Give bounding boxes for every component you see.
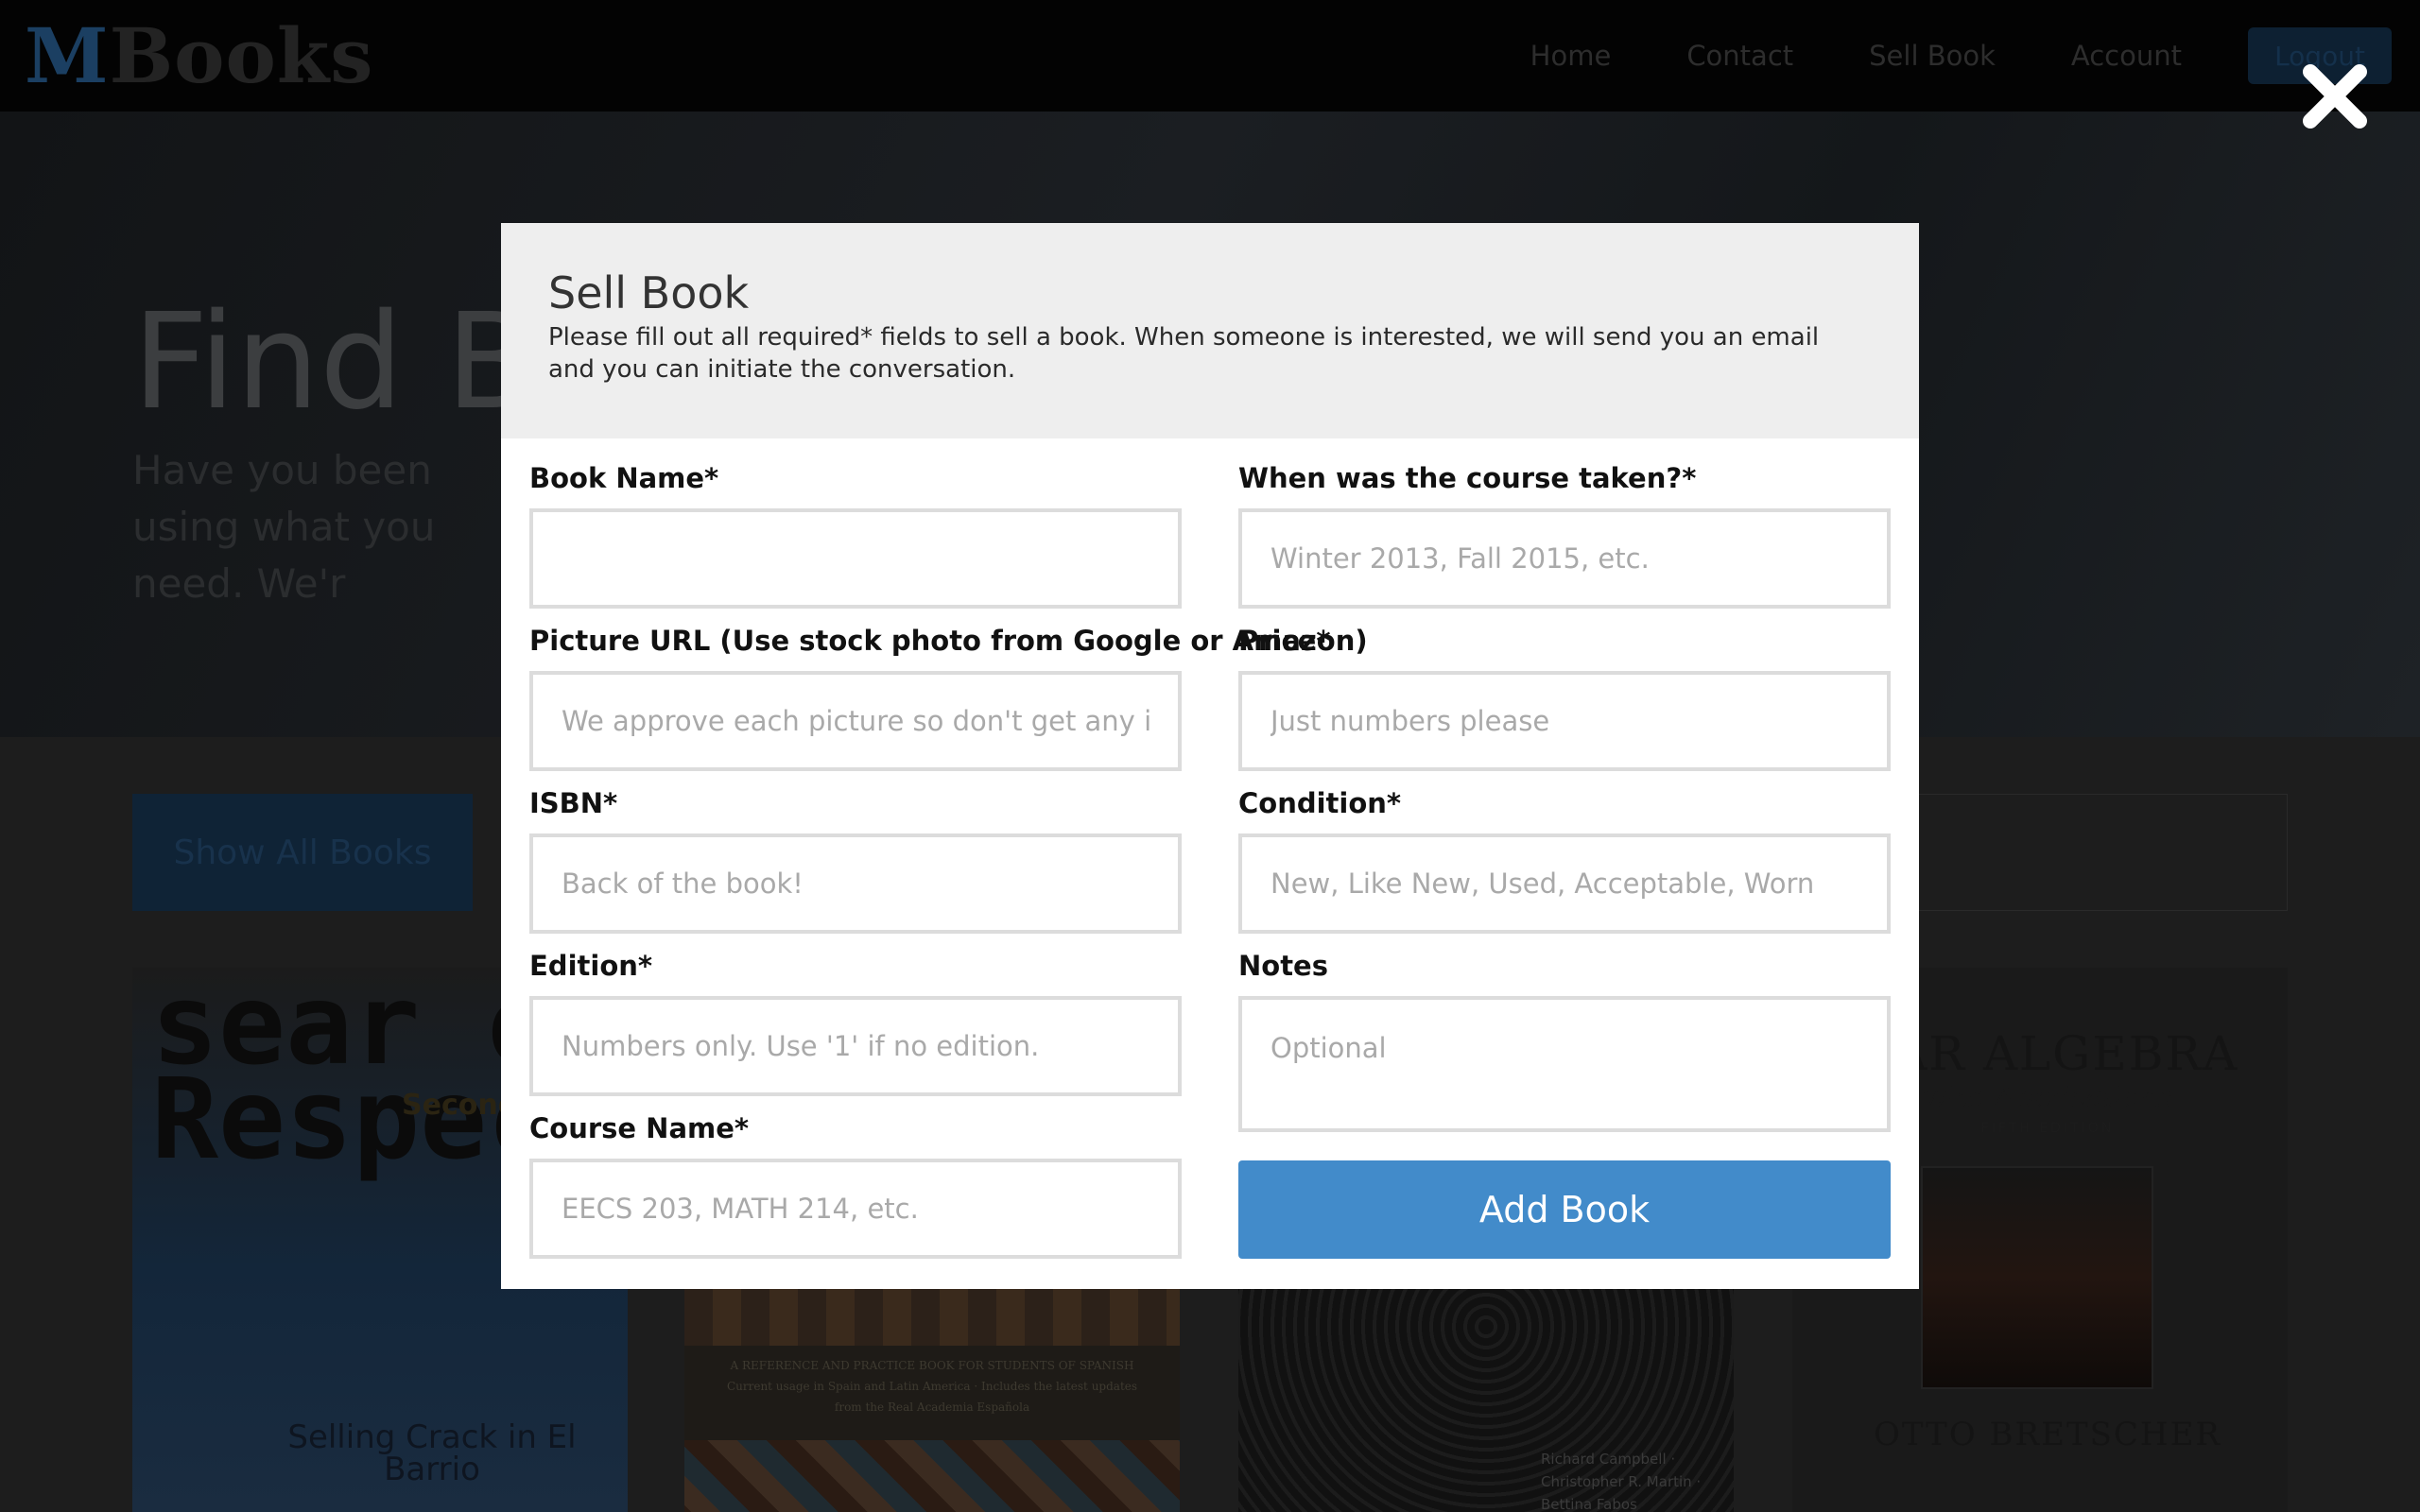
course-taken-label: When was the course taken?* [1238,462,1697,494]
condition-input[interactable] [1238,833,1891,934]
book-cover-author: OTTO BRETSCHER [1874,1416,2221,1453]
book-cover-art [684,1440,1180,1512]
price-input[interactable] [1238,671,1891,771]
edition-label: Edition* [529,950,653,982]
book-cover-authors: Richard Campbell · Christopher R. Martin… [1541,1451,1702,1512]
book-name-input[interactable] [529,508,1182,609]
add-book-button[interactable]: Add Book [1238,1160,1891,1259]
edition-input[interactable] [529,996,1182,1096]
modal-header: Sell Book Please fill out all required* … [501,223,1919,438]
nav-home[interactable]: Home [1530,40,1612,72]
show-all-books-button[interactable]: Show All Books [132,794,473,911]
condition-label: Condition* [1238,787,1402,819]
book-cover-subtitle: Selling Crack in El Barrio [287,1418,577,1488]
picture-url-input[interactable] [529,671,1182,771]
hero-subtitle: Have you been using what you need. We'r [132,447,436,607]
nav-contact[interactable]: Contact [1686,40,1793,72]
modal-title: Sell Book [548,267,750,318]
course-taken-input[interactable] [1238,508,1891,609]
site-logo[interactable]: MBooks [25,13,373,98]
price-label: Price* [1238,625,1331,657]
book-cover-photo [1921,1166,2153,1389]
book-cover-subtitle: A REFERENCE AND PRACTICE BOOK FOR STUDEN… [730,1359,1134,1372]
book-name-label: Book Name* [529,462,719,494]
navbar: MBooks Home Contact Sell Book Account Lo… [0,0,2420,112]
logo-text: Books [109,11,374,100]
close-x-icon-graphic [2303,64,2367,129]
book-cover-detail: Current usage in Spain and Latin America… [726,1380,1138,1414]
sell-book-modal: Sell Book Please fill out all required* … [501,223,1919,1289]
book-cover-text: A REFERENCE AND PRACTICE BOOK FOR STUDEN… [722,1355,1142,1418]
notes-textarea[interactable] [1238,996,1891,1132]
logo-letter: M [25,11,110,100]
book-cover-band [684,1289,1180,1346]
close-x-icon[interactable] [2297,59,2373,134]
course-name-label: Course Name* [529,1112,750,1144]
nav-sell-book[interactable]: Sell Book [1869,40,1996,72]
isbn-label: ISBN* [529,787,618,819]
isbn-input[interactable] [529,833,1182,934]
nav-account[interactable]: Account [2071,40,2182,72]
notes-label: Notes [1238,950,1328,982]
modal-description: Please fill out all required* fields to … [548,323,1820,384]
course-name-input[interactable] [529,1159,1182,1259]
nav-links: Home Contact Sell Book Account Logout [1530,0,2420,112]
